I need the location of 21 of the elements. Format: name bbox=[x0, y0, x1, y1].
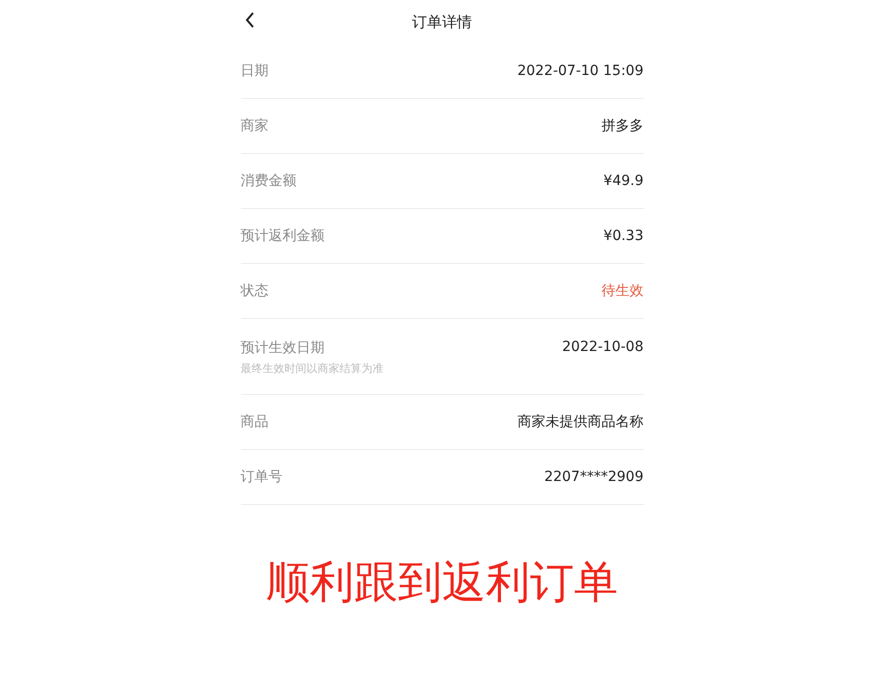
field-label: 预计返利金额 bbox=[240, 227, 324, 245]
field-label: 商品 bbox=[240, 413, 268, 431]
field-label: 商家 bbox=[240, 117, 268, 135]
field-label: 预计生效日期 bbox=[240, 339, 326, 357]
field-value: ¥49.9 bbox=[603, 173, 644, 189]
back-button[interactable] bbox=[244, 12, 254, 28]
field-label: 日期 bbox=[240, 62, 268, 80]
field-value: 2022-07-10 15:09 bbox=[517, 63, 644, 79]
page-title: 订单详情 bbox=[412, 12, 472, 32]
back-icon bbox=[244, 12, 254, 28]
caption: 顺利跟到返利订单 bbox=[266, 556, 618, 610]
field-label: 消费金额 bbox=[240, 172, 296, 190]
field-value: 拼多多 bbox=[602, 117, 644, 135]
field-label: 状态 bbox=[240, 282, 268, 300]
field-value: ¥0.33 bbox=[603, 228, 644, 244]
field-value: 待生效 bbox=[602, 282, 644, 300]
field-value: 2207****2909 bbox=[544, 469, 644, 485]
field-label: 订单号 bbox=[240, 468, 282, 486]
field-value: 2022-10-08 bbox=[562, 339, 644, 355]
field-note: 最终生效时间以商家结算为准 bbox=[240, 361, 384, 376]
field-value: 商家未提供商品名称 bbox=[518, 413, 644, 431]
